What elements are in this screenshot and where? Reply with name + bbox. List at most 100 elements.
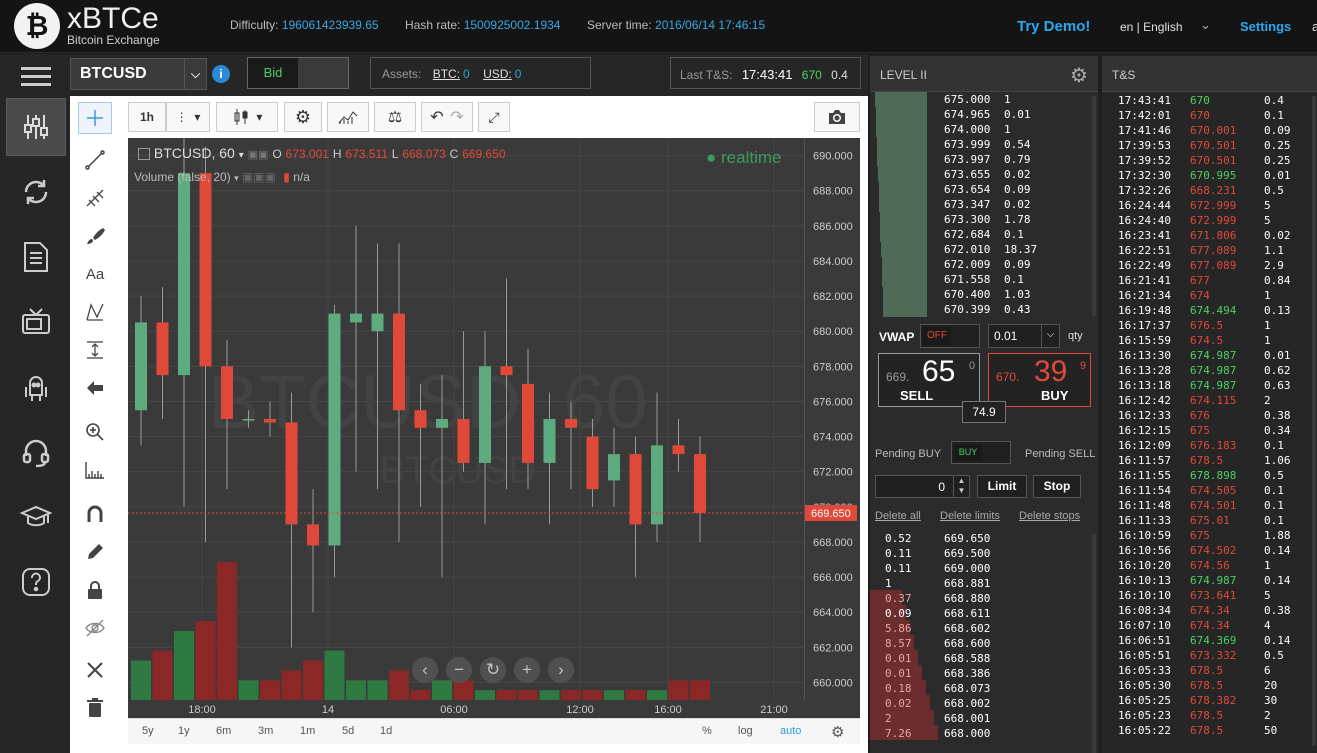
- chart-type-button[interactable]: ▾: [216, 102, 278, 132]
- hamburger-menu-icon[interactable]: [6, 60, 66, 94]
- chevron-down-icon[interactable]: ⌵: [1041, 325, 1059, 347]
- language-selector[interactable]: en | English: [1120, 20, 1183, 34]
- trend-line-icon[interactable]: [78, 144, 112, 176]
- brush-icon[interactable]: [78, 220, 112, 252]
- zoom-in-icon[interactable]: +: [514, 657, 540, 683]
- ts-row[interactable]: 16:15:59 674.5 1: [1102, 334, 1312, 349]
- ts-row[interactable]: 16:11:33 675.01 0.1: [1102, 514, 1312, 529]
- info-icon[interactable]: i: [212, 65, 230, 83]
- ts-row[interactable]: 16:21:41 677 0.84: [1102, 274, 1312, 289]
- brand-name[interactable]: xBTCe: [67, 2, 159, 36]
- ts-row[interactable]: 16:21:34 674 1: [1102, 289, 1312, 304]
- delete-all-link[interactable]: Delete all: [875, 510, 921, 522]
- pitchfork-icon[interactable]: [78, 182, 112, 214]
- ts-row[interactable]: 17:39:53 670.501 0.25: [1102, 139, 1312, 154]
- undo-icon[interactable]: ↶: [430, 107, 443, 127]
- zoom-out-icon[interactable]: −: [446, 657, 472, 683]
- usd-label[interactable]: USD:: [483, 67, 512, 81]
- ts-row[interactable]: 17:32:30 670.995 0.01: [1102, 169, 1312, 184]
- ts-row[interactable]: 16:22:51 677.089 1.1: [1102, 244, 1312, 259]
- ts-row[interactable]: 16:10:59 675 1.88: [1102, 529, 1312, 544]
- timeframe-3m[interactable]: 3m: [258, 725, 273, 737]
- legend-settings-icons[interactable]: ▣▣: [248, 149, 269, 161]
- scale-auto[interactable]: auto: [780, 725, 801, 737]
- document-icon[interactable]: [6, 228, 66, 286]
- ts-row[interactable]: 17:32:26 668.231 0.5: [1102, 184, 1312, 199]
- snapshot-button[interactable]: [814, 102, 860, 132]
- ts-row[interactable]: 16:05:51 673.332 0.5: [1102, 649, 1312, 664]
- pattern-icon[interactable]: [78, 296, 112, 328]
- ts-row[interactable]: 16:11:55 678.898 0.5: [1102, 469, 1312, 484]
- gear-icon[interactable]: ⚙: [831, 723, 844, 741]
- chart-symbol-label[interactable]: BTCUSD, 60: [154, 145, 235, 161]
- tv-icon[interactable]: [6, 293, 66, 351]
- hide-eye-icon[interactable]: [78, 612, 112, 644]
- back-arrow-icon[interactable]: [78, 372, 112, 404]
- delete-limits-link[interactable]: Delete limits: [940, 510, 1000, 522]
- timeframe-1d[interactable]: 1d: [380, 725, 392, 737]
- ts-row[interactable]: 16:24:44 672.999 5: [1102, 199, 1312, 214]
- scroll-left-icon[interactable]: ‹: [412, 657, 438, 683]
- buy-button[interactable]: 670. 39 9 BUY: [988, 353, 1091, 407]
- fullscreen-button[interactable]: ⤢: [478, 102, 510, 132]
- ts-row[interactable]: 16:23:41 671.806 0.02: [1102, 229, 1312, 244]
- trash-icon[interactable]: [78, 692, 112, 724]
- ts-row[interactable]: 16:10:13 674.987 0.14: [1102, 574, 1312, 589]
- ts-row[interactable]: 16:13:18 674.987 0.63: [1102, 379, 1312, 394]
- bid-scrollbar[interactable]: [1092, 534, 1096, 753]
- ts-row[interactable]: 16:12:15 675 0.34: [1102, 424, 1312, 439]
- tools-icon[interactable]: [78, 654, 112, 686]
- stop-button[interactable]: Stop: [1033, 475, 1081, 498]
- ts-row[interactable]: 16:12:33 676 0.38: [1102, 409, 1312, 424]
- ts-row[interactable]: 16:05:22 678.5 50: [1102, 724, 1312, 739]
- scroll-right-icon[interactable]: ›: [548, 657, 574, 683]
- delete-stops-link[interactable]: Delete stops: [1019, 510, 1080, 522]
- vwap-toggle[interactable]: OFF: [920, 324, 980, 348]
- chevron-down-icon[interactable]: ⌵: [184, 59, 206, 89]
- ts-list[interactable]: 17:43:41 670 0.4 17:42:01 670 0.1 17:41:46 670.…: [1102, 94, 1317, 753]
- ruler-icon[interactable]: [78, 454, 112, 486]
- bid-toggle[interactable]: Bid: [247, 57, 349, 89]
- ts-row[interactable]: 16:10:10 673.641 5: [1102, 589, 1312, 604]
- chart-settings-button[interactable]: ⚙: [284, 102, 322, 132]
- ts-row[interactable]: 17:41:46 670.001 0.09: [1102, 124, 1312, 139]
- ts-row[interactable]: 16:08:34 674.34 0.38: [1102, 604, 1312, 619]
- ts-row[interactable]: 16:12:09 676.183 0.1: [1102, 439, 1312, 454]
- volume-label[interactable]: Volume (false, 20): [134, 170, 231, 184]
- trading-nav-item[interactable]: [6, 98, 66, 156]
- gear-icon[interactable]: ⚙: [1070, 63, 1088, 88]
- interval-button[interactable]: 1h: [128, 102, 166, 132]
- price-axis[interactable]: 690.000 688.000 686.000 684.000 682.000 680.0…: [804, 138, 860, 700]
- bitcoin-logo-icon[interactable]: ₿: [14, 3, 60, 49]
- pending-buy-toggle[interactable]: BUY: [951, 441, 1011, 464]
- ts-row[interactable]: 16:24:40 672.999 5: [1102, 214, 1312, 229]
- candlestick-chart[interactable]: BTCUSD, 60BTCUSD: [128, 138, 804, 700]
- ts-row[interactable]: 16:22:49 677.089 2.9: [1102, 259, 1312, 274]
- timeframe-1y[interactable]: 1y: [178, 725, 190, 737]
- chevron-down-icon[interactable]: ▾: [234, 173, 239, 183]
- stay-drawing-icon[interactable]: [78, 536, 112, 568]
- ts-row[interactable]: 16:05:30 678.5 20: [1102, 679, 1312, 694]
- indicators-button[interactable]: [327, 102, 369, 132]
- limit-button[interactable]: Limit: [977, 475, 1027, 498]
- settings-link[interactable]: Settings: [1240, 19, 1291, 34]
- chevron-down-icon[interactable]: ▾: [239, 150, 244, 161]
- help-icon[interactable]: [6, 553, 66, 611]
- qty-select[interactable]: 0.01 ⌵: [988, 324, 1060, 348]
- ts-row[interactable]: 16:05:25 678.382 30: [1102, 694, 1312, 709]
- zoom-in-icon[interactable]: [78, 416, 112, 448]
- ts-row[interactable]: 16:05:33 678.5 6: [1102, 664, 1312, 679]
- robot-icon[interactable]: [6, 358, 66, 416]
- ts-row[interactable]: 16:07:10 674.34 4: [1102, 619, 1312, 634]
- headset-support-icon[interactable]: [6, 423, 66, 481]
- measure-range-icon[interactable]: [78, 334, 112, 366]
- exchange-refresh-icon[interactable]: [6, 163, 66, 221]
- chart-plot-area[interactable]: BTCUSD, 60 BTCUSD BTCUSD, 60 ▾ ▣▣ O 673.0…: [128, 138, 804, 700]
- chevron-down-icon[interactable]: ⌄: [1200, 17, 1211, 33]
- redo-icon[interactable]: ↷: [450, 107, 463, 127]
- timeframe-1m[interactable]: 1m: [300, 725, 315, 737]
- ts-row[interactable]: 16:11:54 674.505 0.1: [1102, 484, 1312, 499]
- ts-row[interactable]: 17:42:01 670 0.1: [1102, 109, 1312, 124]
- scale-log[interactable]: log: [738, 725, 753, 737]
- magnet-icon[interactable]: [78, 498, 112, 530]
